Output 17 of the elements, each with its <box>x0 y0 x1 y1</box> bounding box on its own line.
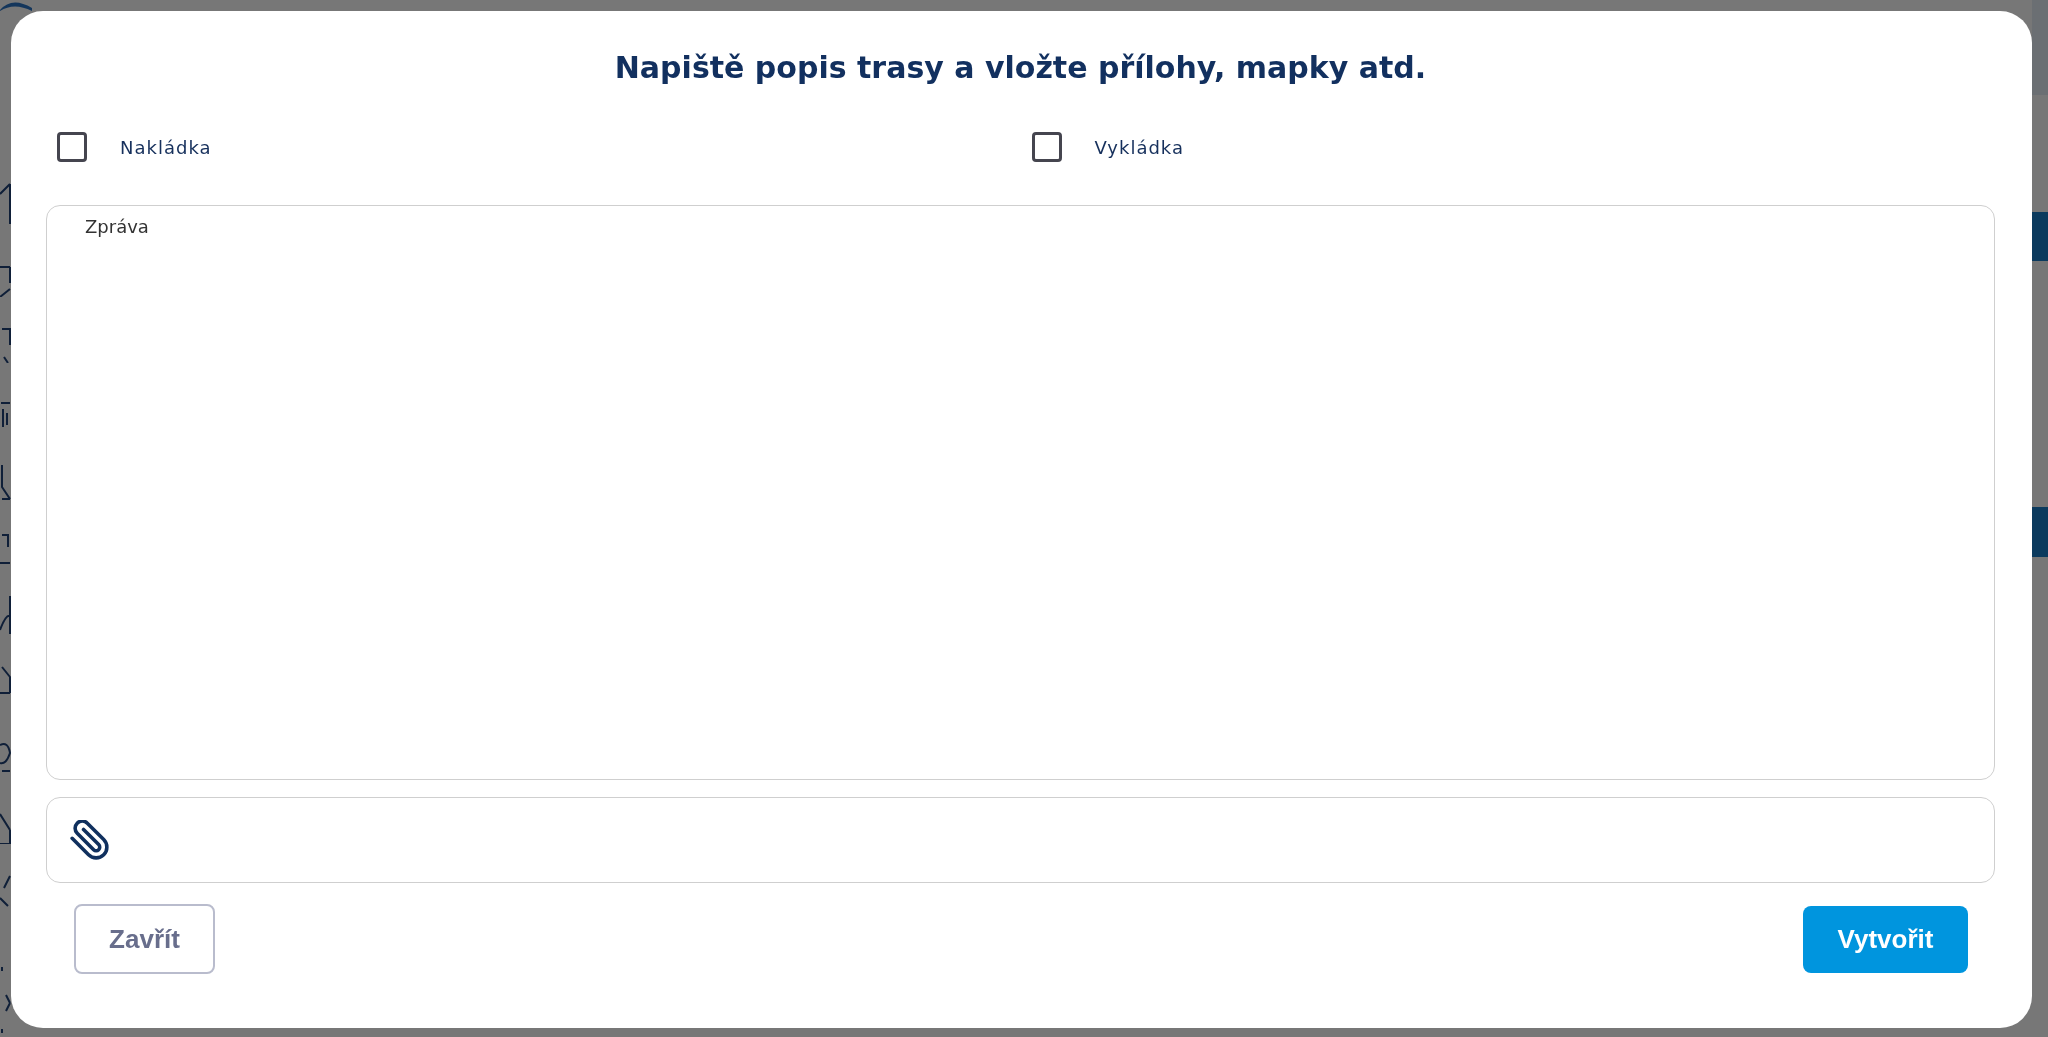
message-field[interactable]: Zpráva <box>46 205 1995 780</box>
sidebar-icon <box>0 327 11 363</box>
checkbox-label[interactable]: Vykládka <box>1094 136 1184 158</box>
dialog-title: Napiště popis trasy a vložte přílohy, mapky atd. <box>614 49 1427 87</box>
logo-drawing <box>0 0 32 11</box>
attachment-field[interactable] <box>46 797 1995 883</box>
sidebar-icon <box>0 463 11 500</box>
checkbox[interactable] <box>1031 132 1062 162</box>
sidebar-icon <box>0 263 11 297</box>
checkbox-label[interactable]: Nakládka <box>120 136 212 158</box>
sidebar-icon <box>0 180 11 224</box>
sidebar-icon <box>0 874 11 908</box>
paperclip-icon[interactable] <box>69 820 109 860</box>
close-button[interactable]: Zavřít <box>74 904 215 974</box>
sidebar-icon <box>0 533 11 566</box>
checkbox[interactable] <box>57 132 87 162</box>
sidebar-icon <box>0 594 11 636</box>
